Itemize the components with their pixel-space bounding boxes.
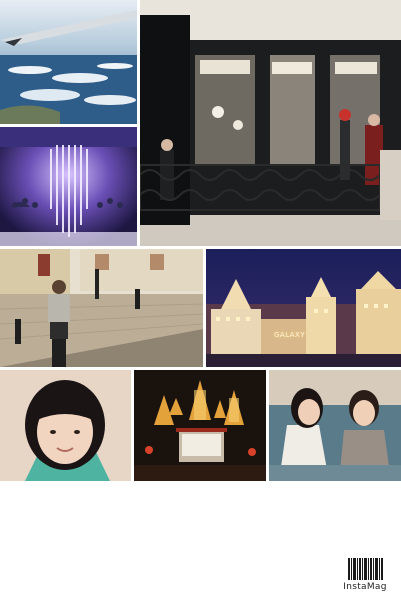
barcode-icon <box>341 558 389 580</box>
photo-galaxy-resort-night: GALAXY <box>206 249 401 367</box>
brand-label: InstaMag <box>343 582 387 592</box>
photo-restaurant-storefront <box>140 0 401 246</box>
instamag-brand-mark: InstaMag <box>341 558 389 592</box>
galaxy-sign: GALAXY <box>274 331 306 339</box>
photo-selfie-portrait <box>0 370 131 481</box>
photo-two-friends <box>269 370 401 481</box>
photo-plane-window-view <box>0 0 137 124</box>
photo-temple-lanterns <box>134 370 266 481</box>
photo-old-town-street <box>0 249 203 367</box>
photo-crystal-chandelier <box>0 127 137 246</box>
